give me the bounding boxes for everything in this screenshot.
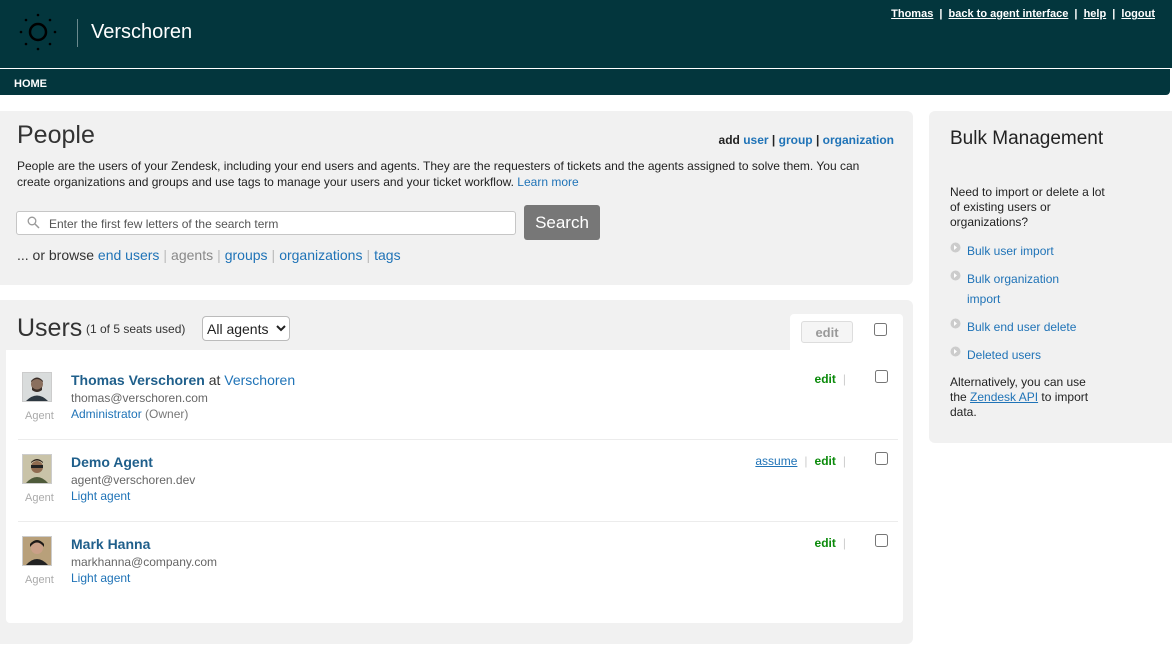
- select-all-checkbox[interactable]: [874, 323, 887, 336]
- add-links: add user | group | organization: [718, 133, 894, 147]
- user-avatar[interactable]: [22, 454, 52, 484]
- learn-more-link[interactable]: Learn more: [517, 175, 578, 189]
- users-list: Agent Thomas Verschoren at Verschoren th…: [6, 350, 903, 623]
- browse-end-users-link[interactable]: end users: [98, 247, 159, 263]
- search-input[interactable]: [47, 214, 511, 234]
- search-button[interactable]: Search: [524, 205, 600, 240]
- row-divider: [18, 521, 898, 522]
- user-email: markhanna@company.com: [71, 555, 218, 569]
- user-email: thomas@verschoren.com: [71, 391, 208, 405]
- arrow-circle-icon: [950, 242, 961, 253]
- user-name-link[interactable]: Thomas Verschoren: [71, 372, 205, 388]
- edit-user-link[interactable]: edit: [815, 372, 836, 386]
- user-role: Administrator (Owner): [71, 407, 189, 421]
- user-organization-link[interactable]: Verschoren: [224, 372, 295, 388]
- people-panel: People add user | group | organization P…: [0, 111, 913, 285]
- bulk-edit-tab: edit: [790, 314, 903, 350]
- user-row: Agent Mark Hanna markhanna@company.com L…: [6, 534, 903, 614]
- users-panel: Users (1 of 5 seats used) All agents edi…: [0, 300, 913, 644]
- arrow-circle-icon: [950, 346, 961, 357]
- browse-tags-link[interactable]: tags: [374, 247, 400, 263]
- bulk-organization-import-link[interactable]: Bulk organization import: [950, 269, 1090, 309]
- user-select-checkbox[interactable]: [875, 370, 888, 383]
- role-tag: Agent: [25, 410, 54, 422]
- role-tag: Agent: [25, 574, 54, 586]
- bulk-description: Need to import or delete a lot of existi…: [950, 185, 1105, 229]
- user-name-link[interactable]: Mark Hanna: [71, 536, 150, 552]
- search-box: [16, 211, 516, 235]
- zendesk-api-link[interactable]: Zendesk API: [970, 390, 1038, 404]
- user-avatar[interactable]: [22, 536, 52, 566]
- people-description: People are the users of your Zendesk, in…: [17, 159, 860, 189]
- bulk-edit-button[interactable]: edit: [801, 321, 853, 343]
- bulk-title: Bulk Management: [950, 128, 1104, 149]
- add-user-link[interactable]: user: [743, 133, 768, 147]
- help-link[interactable]: help: [1084, 8, 1107, 20]
- sun-logo-icon[interactable]: [17, 11, 59, 53]
- user-row: Agent Thomas Verschoren at Verschoren th…: [6, 370, 903, 450]
- user-avatar[interactable]: [22, 372, 52, 402]
- avatar-photo-icon: [23, 537, 51, 565]
- agent-interface-link[interactable]: back to agent interface: [949, 8, 1069, 20]
- top-header: Verschoren Thomas | back to agent interf…: [0, 0, 1172, 68]
- edit-user-link[interactable]: edit: [815, 536, 836, 550]
- agent-filter-select[interactable]: All agents: [202, 316, 290, 341]
- search-icon: [27, 216, 40, 229]
- browse-links: ... or browse end users | agents | groups | or…: [17, 247, 401, 263]
- bulk-end-user-delete-link[interactable]: Bulk end user delete: [950, 317, 1076, 337]
- logout-link[interactable]: logout: [1121, 8, 1155, 20]
- role-tag: Agent: [25, 492, 54, 504]
- nav-bar: HOME: [0, 69, 1170, 95]
- row-actions: edit |: [814, 536, 846, 550]
- add-group-link[interactable]: group: [779, 133, 813, 147]
- avatar-photo-icon: [23, 373, 51, 401]
- bulk-alternative-text: Alternatively, you can use the Zendesk A…: [950, 375, 1089, 419]
- nav-home-tab[interactable]: HOME: [14, 78, 47, 90]
- row-actions: edit |: [814, 372, 846, 386]
- edit-user-link[interactable]: edit: [815, 454, 836, 468]
- assume-user-link[interactable]: assume: [755, 454, 797, 468]
- browse-agents-current: agents: [171, 247, 214, 263]
- user-role: Light agent: [71, 571, 131, 585]
- bulk-management-panel: Bulk Management Need to import or delete…: [929, 111, 1172, 443]
- browse-groups-link[interactable]: groups: [225, 247, 268, 263]
- page-title: People: [17, 121, 95, 149]
- arrow-circle-icon: [950, 318, 961, 329]
- top-links: Thomas | back to agent interface | help …: [891, 8, 1155, 20]
- logo-divider: [77, 19, 78, 47]
- brand-name: Verschoren: [91, 21, 193, 43]
- users-title: Users: [17, 314, 83, 342]
- row-divider: [18, 439, 898, 440]
- bulk-user-import-link[interactable]: Bulk user import: [950, 241, 1054, 261]
- seats-used: (1 of 5 seats used): [86, 322, 186, 336]
- user-row: Agent Demo Agent agent@verschoren.dev Li…: [6, 452, 903, 532]
- row-actions: assume | edit |: [755, 454, 846, 468]
- user-role: Light agent: [71, 489, 131, 503]
- user-email: agent@verschoren.dev: [71, 473, 196, 487]
- user-select-checkbox[interactable]: [875, 452, 888, 465]
- add-organization-link[interactable]: organization: [823, 133, 894, 147]
- arrow-circle-icon: [950, 270, 961, 281]
- current-user-link[interactable]: Thomas: [891, 8, 933, 20]
- browse-organizations-link[interactable]: organizations: [279, 247, 362, 263]
- user-select-checkbox[interactable]: [875, 534, 888, 547]
- user-name-link[interactable]: Demo Agent: [71, 454, 153, 470]
- deleted-users-link[interactable]: Deleted users: [950, 345, 1041, 365]
- avatar-photo-icon: [23, 455, 51, 483]
